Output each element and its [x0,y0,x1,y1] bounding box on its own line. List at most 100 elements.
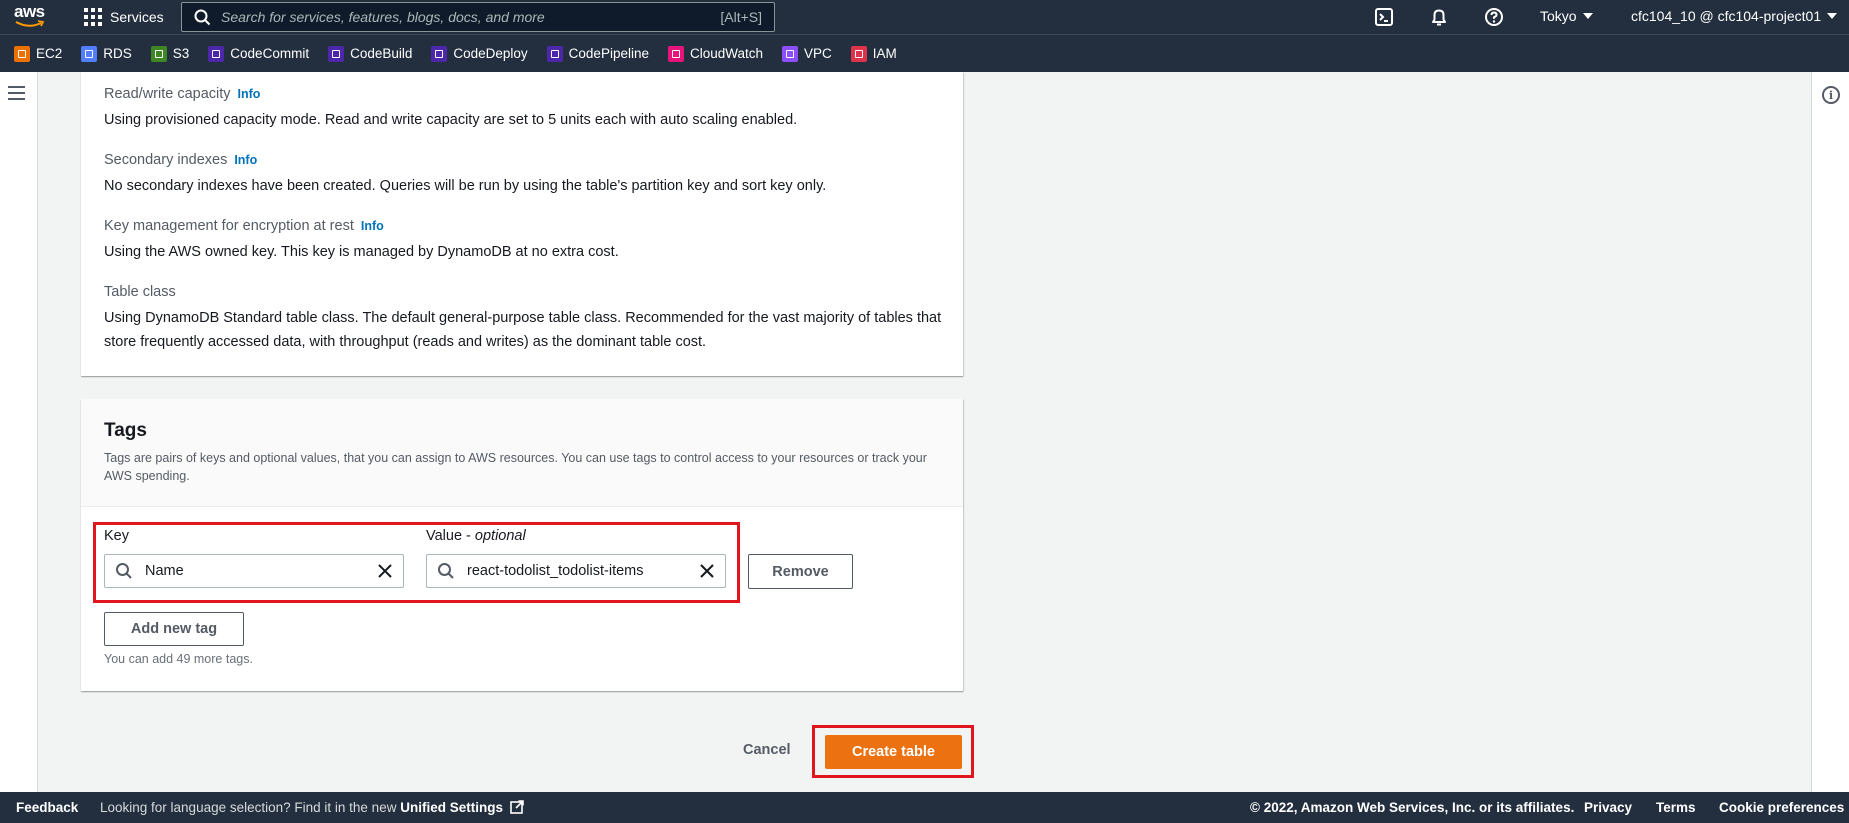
search-shortcut: [Alt+S] [720,9,762,25]
services-menu-button[interactable]: Services [84,6,164,28]
favorite-cloudwatch[interactable]: CloudWatch [667,45,764,62]
tag-value-label-text: Value - [426,528,475,544]
cancel-button[interactable]: Cancel [743,742,791,758]
tag-value-input[interactable]: react-todolist_todolist-items [426,554,726,588]
iam-service-icon [850,45,867,62]
top-navigation: aws Services Search for services, featur… [0,0,1849,34]
s3-service-icon [150,45,167,62]
favorite-label: EC2 [36,46,63,61]
favorite-label: S3 [172,46,190,61]
secondary-indexes-label: Secondary indexes Info [104,152,257,168]
caret-down-icon [1827,13,1838,19]
key-management-value: Using the AWS owned key. This key is man… [104,244,619,260]
secondary-indexes-title: Secondary indexes [104,152,228,168]
external-link-icon [509,800,524,814]
tags-header: Tags Tags are pairs of keys and optional… [81,399,963,507]
table-settings-summary: Read/write capacity Info Using provisione… [81,72,963,376]
favorite-label: CloudWatch [689,46,764,61]
favorite-ec2[interactable]: EC2 [14,45,63,62]
unified-settings-link[interactable]: Unified Settings [400,800,503,815]
tag-key-value: Name [145,563,184,579]
search-icon [116,563,132,579]
tag-value-optional-text: optional [474,528,526,544]
language-notice: Looking for language selection? Find it … [100,800,524,815]
region-label: Tokyo [1540,8,1577,24]
search-placeholder: Search for services, features, blogs, do… [221,9,545,25]
help-icon[interactable] [1484,7,1504,27]
read-write-capacity-label: Read/write capacity Info [104,86,260,102]
codebuild-service-icon [328,45,345,62]
services-label: Services [110,9,164,25]
read-write-capacity-value: Using provisioned capacity mode. Read an… [104,112,798,128]
clear-icon[interactable] [377,563,393,579]
search-icon [194,9,211,25]
favorite-label: CodeBuild [350,46,413,61]
favorite-codecommit[interactable]: CodeCommit [208,45,310,62]
key-management-title: Key management for encryption at rest [104,218,354,234]
info-link[interactable]: Info [238,87,261,101]
cookie-preferences-link[interactable]: Cookie preferences [1719,800,1844,815]
tag-key-input[interactable]: Name [104,554,404,588]
privacy-link[interactable]: Privacy [1584,800,1632,815]
tag-value-label: Value - optional [426,528,526,544]
tags-description: Tags are pairs of keys and optional valu… [104,451,927,483]
clear-icon[interactable] [699,563,715,579]
search-input[interactable]: Search for services, features, blogs, do… [181,2,775,32]
create-table-button[interactable]: Create table [825,735,962,769]
add-new-tag-button[interactable]: Add new tag [104,612,244,646]
console-footer: Feedback Looking for language selection?… [0,792,1849,823]
info-panel-icon[interactable]: i [1822,86,1840,104]
read-write-capacity-title: Read/write capacity [104,86,231,102]
favorite-codedeploy[interactable]: CodeDeploy [431,45,528,62]
secondary-indexes-value: No secondary indexes have been created. … [104,178,827,194]
notifications-bell-icon[interactable] [1429,7,1449,27]
ec2-service-icon [14,45,30,62]
codepipeline-service-icon [546,45,563,62]
vpc-service-icon [782,45,799,62]
language-notice-text: Looking for language selection? Find it … [100,800,401,815]
key-management-label: Key management for encryption at rest Inf… [104,218,384,234]
copyright-text: © 2022, Amazon Web Services, Inc. or its… [1250,800,1575,815]
codedeploy-service-icon [431,45,448,62]
favorite-label: CodeDeploy [453,46,528,61]
region-selector[interactable]: Tokyo [1540,8,1593,24]
aws-logo-text: aws [14,2,45,21]
table-class-value: Using DynamoDB Standard table class. The… [104,310,942,350]
feedback-link[interactable]: Feedback [16,800,78,815]
favorite-label: CodePipeline [568,46,649,61]
table-class-label: Table class [104,284,176,300]
cloudshell-icon[interactable] [1374,7,1394,27]
tags-title: Tags [104,420,147,441]
favorite-label: RDS [103,46,132,61]
favorite-codebuild[interactable]: CodeBuild [328,45,413,62]
rds-service-icon [81,45,98,62]
tags-panel: Tags Tags are pairs of keys and optional… [81,399,963,691]
info-link[interactable]: Info [361,219,384,233]
info-link[interactable]: Info [234,153,257,167]
account-label: cfc104_10 @ cfc104-project01 [1631,8,1822,24]
favorite-label: VPC [804,46,832,61]
remove-tag-button[interactable]: Remove [748,554,853,589]
aws-smile-icon [15,20,45,27]
tag-value-value: react-todolist_todolist-items [467,563,644,579]
favorite-s3[interactable]: S3 [150,45,190,62]
search-icon [438,563,454,579]
grid-icon [84,8,102,26]
caret-down-icon [1582,13,1593,19]
left-navigation-rail [0,72,38,792]
favorite-label: CodeCommit [230,46,310,61]
favorite-codepipeline[interactable]: CodePipeline [546,45,649,62]
terms-link[interactable]: Terms [1656,800,1696,815]
aws-logo[interactable]: aws [14,3,50,29]
favorite-iam[interactable]: IAM [850,45,897,62]
account-menu[interactable]: cfc104_10 @ cfc104-project01 [1631,8,1838,24]
codecommit-service-icon [208,45,225,62]
favorites-bar: EC2 RDS S3 CodeCommit CodeBuild CodeDeploy Cod… [0,34,1849,72]
favorite-vpc[interactable]: VPC [782,45,832,62]
right-help-rail: i [1811,72,1849,792]
hamburger-menu-icon[interactable] [8,86,25,100]
cloudwatch-service-icon [667,45,684,62]
tags-remaining-hint: You can add 49 more tags. [104,652,253,666]
tag-key-label: Key [104,528,129,544]
favorite-rds[interactable]: RDS [81,45,132,62]
